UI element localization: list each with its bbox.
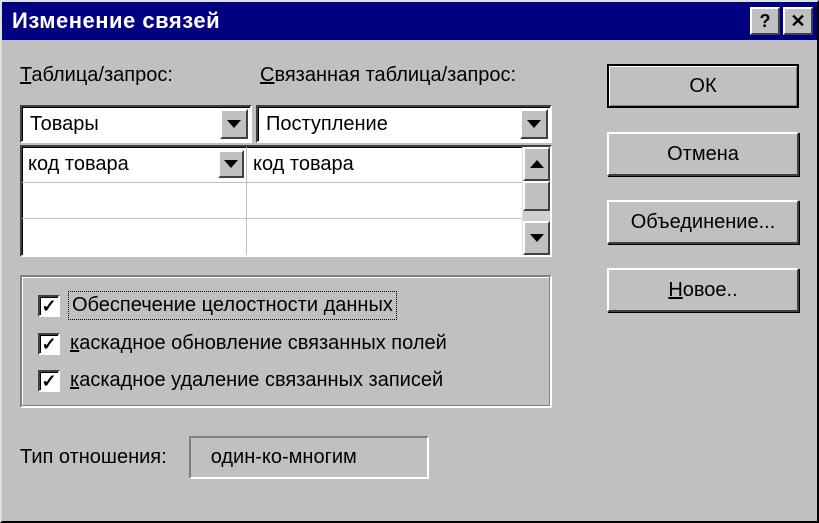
titlebar-title: Изменение связей <box>12 8 744 34</box>
grid-cell-left-1[interactable] <box>22 183 246 219</box>
fields-grid: код товара код товара <box>20 145 552 257</box>
chevron-down-icon <box>530 234 544 242</box>
chevron-down-icon <box>227 120 241 128</box>
check-icon: ✓ <box>41 372 56 390</box>
scroll-up-button[interactable] <box>523 147 550 181</box>
ok-button[interactable]: ОК <box>607 64 799 108</box>
titlebar[interactable]: Изменение связей ? ✕ <box>2 2 817 40</box>
grid-scrollbar[interactable] <box>522 147 550 255</box>
titlebar-buttons: ? ✕ <box>750 7 813 35</box>
combo-related-dropdown[interactable] <box>520 109 548 139</box>
grid-cell-right-2[interactable] <box>247 219 522 255</box>
integrity-group: ✓ Обеспечение целостности данных ✓ каска… <box>20 275 552 408</box>
grid-cell-right-1[interactable] <box>247 183 522 219</box>
label-table-query: Таблица/запрос: <box>20 64 260 87</box>
combo-table[interactable]: Товары <box>20 105 252 143</box>
checkbox-cascade-delete[interactable]: ✓ <box>38 370 60 392</box>
label-related-table-query: Связанная таблица/запрос: <box>260 64 516 87</box>
grid-cell-left-0-dropdown[interactable] <box>218 150 244 178</box>
checkbox-integrity[interactable]: ✓ <box>38 295 60 317</box>
check-icon: ✓ <box>41 335 56 353</box>
grid-cell-right-0[interactable]: код товара <box>247 147 522 183</box>
close-button[interactable]: ✕ <box>783 7 813 35</box>
help-icon: ? <box>760 12 771 30</box>
combo-table-value: Товары <box>22 113 220 136</box>
checkbox-cascade-update[interactable]: ✓ <box>38 333 60 355</box>
label-cascade-update: каскадное обновление связанных полей <box>70 332 447 355</box>
join-button[interactable]: Объединение... <box>607 200 799 244</box>
label-integrity: Обеспечение целостности данных <box>70 293 395 318</box>
label-relationship-type: Тип отношения: <box>20 446 167 469</box>
scroll-down-button[interactable] <box>523 221 550 255</box>
cancel-button[interactable]: Отмена <box>607 132 799 176</box>
relationship-type-value: один-ко-многим <box>189 436 429 479</box>
dialog-edit-relationships: Изменение связей ? ✕ Таблица/запрос: Свя… <box>0 0 819 523</box>
scroll-thumb[interactable] <box>523 181 550 211</box>
combo-related-value: Поступление <box>258 113 520 136</box>
combo-related-table[interactable]: Поступление <box>256 105 552 143</box>
help-button[interactable]: ? <box>750 7 780 35</box>
chevron-up-icon <box>530 160 544 168</box>
chevron-down-icon <box>527 120 541 128</box>
label-cascade-delete: каскадное удаление связанных записей <box>70 369 443 392</box>
new-button[interactable]: Новое.. <box>607 268 799 312</box>
check-icon: ✓ <box>41 297 56 315</box>
dialog-content: Таблица/запрос: Связанная таблица/запрос… <box>2 40 817 497</box>
close-icon: ✕ <box>790 12 805 30</box>
grid-cell-left-0[interactable]: код товара <box>22 147 246 183</box>
chevron-down-icon <box>224 160 238 168</box>
scroll-track[interactable] <box>523 181 550 221</box>
grid-cell-left-2[interactable] <box>22 219 246 255</box>
combo-table-dropdown[interactable] <box>220 109 248 139</box>
